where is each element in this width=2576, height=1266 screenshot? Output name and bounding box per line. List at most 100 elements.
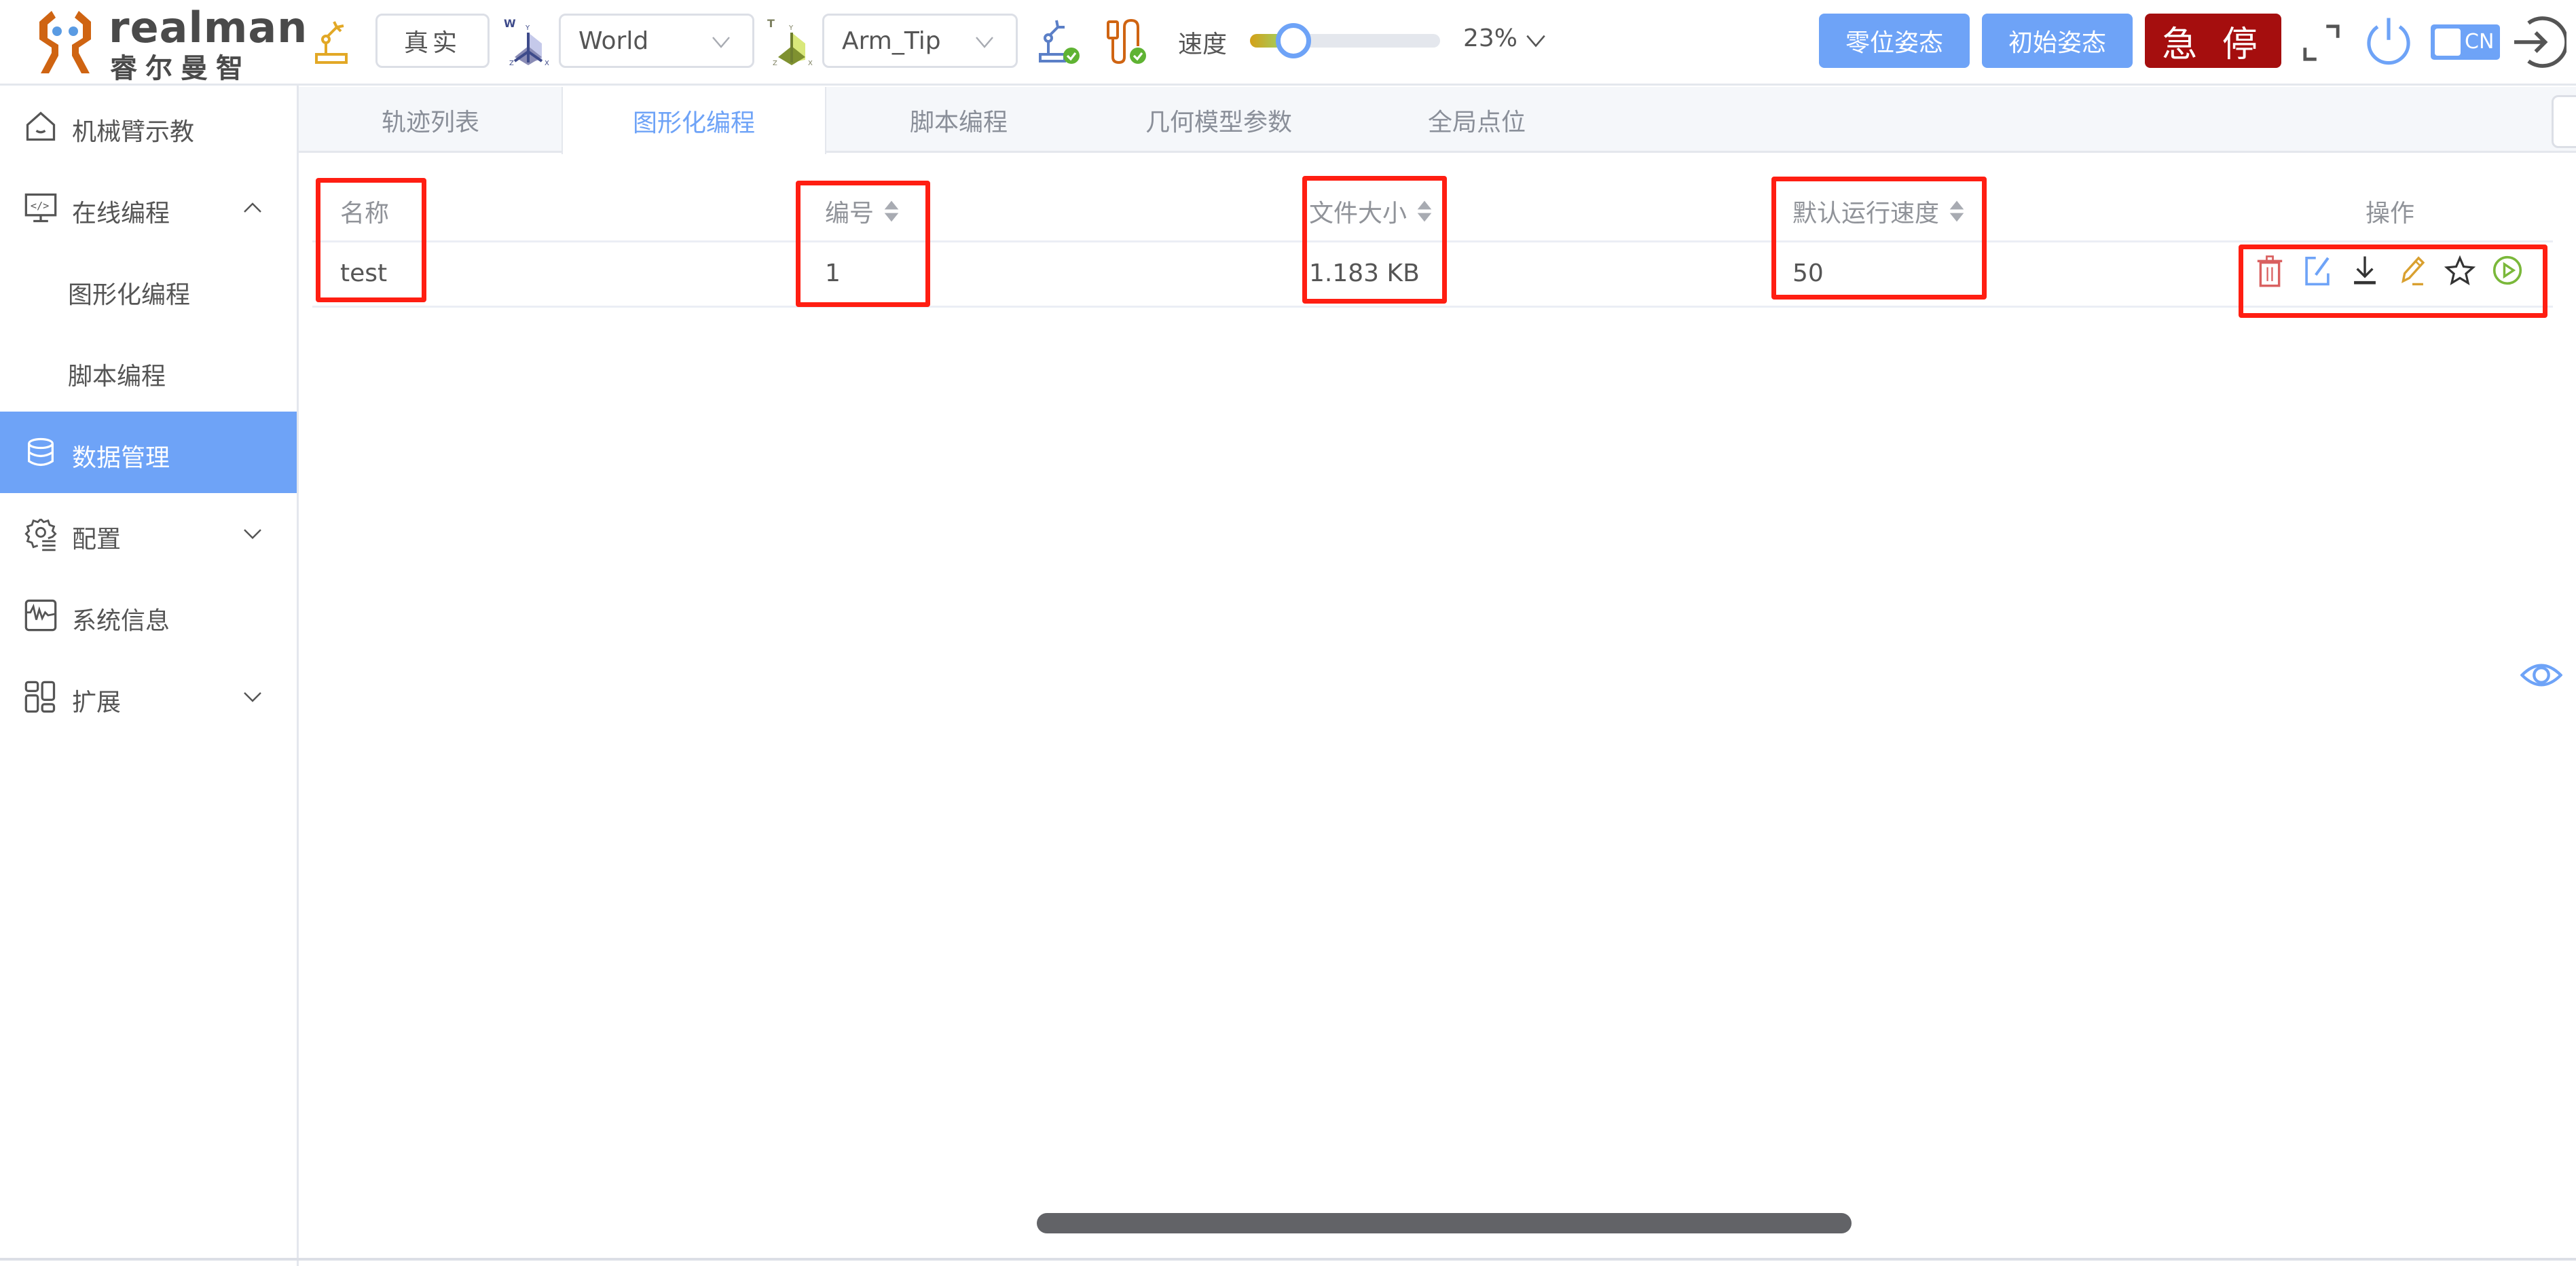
search-input[interactable] [2563, 103, 2576, 141]
tool-frame-select[interactable]: Arm_Tip [822, 14, 1018, 68]
sidebar-item-label: 系统信息 [72, 607, 170, 635]
mode-real-button[interactable]: 真实 [375, 14, 490, 68]
sidebar-item-label: 配置 [72, 526, 122, 554]
column-header-label: 操作 [2366, 200, 2415, 228]
sort-icon[interactable] [1415, 199, 1434, 223]
speed-value[interactable]: 23% [1463, 24, 1517, 52]
svg-text:Z: Z [773, 60, 777, 67]
sidebar-item-label: 扩展 [72, 689, 122, 717]
column-header-label: 文件大小 [1309, 200, 1407, 228]
svg-text:Y: Y [525, 24, 530, 32]
tab-graphical-programming[interactable]: 图形化编程 [562, 87, 826, 154]
language-toggle[interactable]: CN [2431, 24, 2500, 60]
chevron-up-icon [244, 202, 261, 213]
svg-text:X: X [545, 60, 549, 67]
eye-icon[interactable] [2520, 659, 2562, 691]
initial-pose-button[interactable]: 初始姿态 [1982, 14, 2133, 68]
database-icon [28, 437, 54, 467]
grid-apps-icon [24, 681, 56, 713]
controller-connected-icon[interactable] [1104, 16, 1149, 67]
speed-slider-thumb[interactable] [1276, 23, 1312, 58]
sidebar-item-system-info[interactable]: 系统信息 [0, 575, 297, 656]
bottom-divider [0, 1258, 2576, 1261]
delete-icon[interactable] [2253, 253, 2286, 287]
tab-trajectory-list[interactable]: 轨迹列表 [299, 87, 562, 153]
column-header-name: 名称 [340, 194, 389, 229]
sidebar-item-label: 数据管理 [72, 444, 170, 472]
svg-text:Z: Z [509, 60, 514, 67]
home-icon [26, 111, 56, 141]
sidebar-item-data-management[interactable]: 数据管理 [0, 412, 297, 493]
cell-name[interactable]: test [340, 259, 387, 287]
emergency-stop-button[interactable]: 急 停 [2145, 14, 2281, 68]
column-header-id[interactable]: 编号 [825, 194, 901, 229]
header-divider [312, 240, 2553, 242]
sidebar-item-online-programming[interactable]: </> 在线编程 [0, 167, 297, 249]
fullscreen-icon[interactable] [2302, 23, 2341, 62]
tool-frame-value: Arm_Tip [842, 26, 941, 55]
speed-slider[interactable] [1250, 23, 1440, 58]
power-icon[interactable] [2361, 14, 2416, 71]
robot-arm-icon[interactable] [314, 18, 354, 65]
chevron-down-icon [712, 37, 730, 48]
zero-pose-button[interactable]: 零位姿态 [1819, 14, 1970, 68]
top-header: realman 睿尔曼智能 真实 W Y Z X World T Y Z X A… [0, 0, 2576, 124]
favorite-icon[interactable] [2444, 253, 2476, 287]
sidebar-item-extensions[interactable]: 扩展 [0, 656, 297, 738]
cell-default-speed: 50 [1792, 259, 1824, 287]
language-toggle-label: CN [2465, 30, 2495, 54]
code-monitor-icon: </> [24, 193, 57, 223]
edit-icon[interactable] [2301, 253, 2334, 287]
download-icon[interactable] [2349, 253, 2381, 287]
speed-label: 速度 [1178, 31, 1228, 58]
tab-script-programming[interactable]: 脚本编程 [826, 87, 1091, 153]
sidebar-item-script-programming[interactable]: 脚本编程 [0, 330, 297, 412]
sidebar-nav: 机械臂示教 </> 在线编程 图形化编程 脚本编程 数据管理 配置 系统信息 扩… [0, 86, 299, 1266]
column-header-default-speed[interactable]: 默认运行速度 [1792, 194, 1966, 229]
sort-icon[interactable] [1947, 199, 1966, 223]
brand-logo: realman 睿尔曼智能 [27, 3, 307, 124]
world-frame-icon: W Y Z X [504, 17, 549, 67]
sidebar-item-label: 在线编程 [72, 200, 170, 228]
tab-geometry-params[interactable]: 几何模型参数 [1086, 87, 1351, 153]
robot-connected-icon[interactable] [1037, 16, 1082, 67]
sidebar-item-config[interactable]: 配置 [0, 493, 297, 575]
search-box[interactable] [2552, 95, 2576, 148]
waveform-icon [24, 599, 57, 632]
svg-text:W: W [504, 17, 516, 30]
column-header-file-size[interactable]: 文件大小 [1309, 194, 1434, 229]
run-icon[interactable] [2491, 253, 2524, 287]
speed-dropdown-chevron-icon[interactable] [1524, 29, 1547, 52]
sidebar-item-label: 脚本编程 [68, 363, 166, 391]
svg-text:X: X [808, 60, 813, 67]
cell-file-size: 1.183 KB [1309, 259, 1420, 287]
realman-logo-icon [39, 11, 91, 73]
cell-id: 1 [825, 259, 841, 287]
language-toggle-knob [2435, 29, 2461, 56]
chevron-down-icon [976, 37, 993, 48]
tool-frame-icon: T Y Z X [767, 17, 813, 67]
sidebar-item-label: 机械臂示教 [72, 118, 195, 146]
sidebar-item-label: 图形化编程 [68, 281, 191, 309]
svg-text:Y: Y [788, 24, 794, 32]
tab-global-points[interactable]: 全局点位 [1344, 87, 1609, 153]
row-actions [2253, 250, 2524, 291]
sort-icon[interactable] [882, 199, 901, 223]
logout-icon[interactable] [2509, 14, 2566, 71]
brand-name-en: realman [109, 3, 308, 52]
chevron-down-icon [244, 529, 261, 539]
column-header-label: 名称 [340, 200, 390, 228]
world-frame-select[interactable]: World [559, 14, 754, 68]
rename-icon[interactable] [2396, 253, 2429, 287]
column-header-label: 默认运行速度 [1792, 200, 1940, 228]
sidebar-item-graphical-programming[interactable]: 图形化编程 [0, 249, 297, 330]
sidebar-item-teach[interactable]: 机械臂示教 [0, 86, 297, 167]
row-divider [312, 306, 2553, 308]
world-frame-value: World [578, 26, 649, 55]
tabs-bar: 轨迹列表 图形化编程 脚本编程 几何模型参数 全局点位 [299, 87, 2576, 154]
chevron-down-icon [244, 692, 261, 702]
column-header-actions: 操作 [2366, 194, 2414, 229]
svg-text:T: T [767, 17, 775, 30]
horizontal-scrollbar[interactable] [1037, 1213, 1852, 1233]
column-header-label: 编号 [825, 200, 875, 228]
